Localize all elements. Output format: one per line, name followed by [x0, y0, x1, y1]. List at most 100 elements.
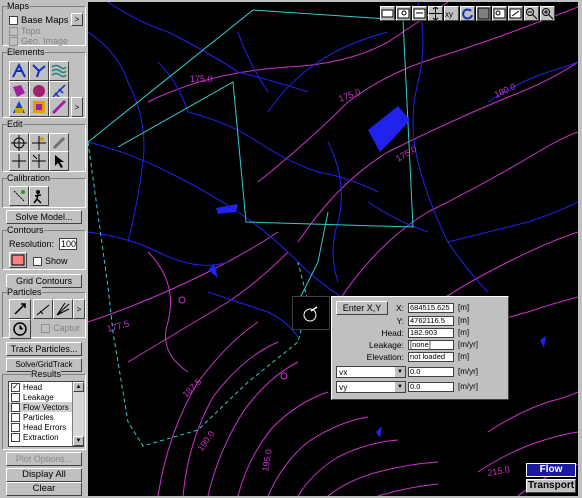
- contour-color-button[interactable]: [9, 252, 27, 268]
- slurry-wall-tool-button[interactable]: [49, 97, 69, 117]
- flow-vectors-checkbox[interactable]: [11, 402, 20, 412]
- particle-point-button[interactable]: [9, 299, 31, 319]
- zoom-box-out-button[interactable]: [412, 6, 427, 21]
- topo-row: Topo: [9, 26, 41, 36]
- recharge-icon: [13, 101, 25, 113]
- chevron-down-icon[interactable]: ▼: [395, 367, 405, 377]
- vx-label: vx: [339, 367, 348, 377]
- elements-title: Elements: [7, 47, 45, 57]
- contour-label: 195.0: [260, 448, 274, 472]
- zoom-box-in-button[interactable]: [396, 6, 411, 21]
- elements-more-button[interactable]: >: [71, 97, 83, 117]
- particle-line-button[interactable]: [33, 299, 53, 319]
- y-value: 4762116.5: [408, 316, 454, 326]
- contours-group: Contours Resolution: 100 Show: [2, 225, 86, 270]
- track-particles-button[interactable]: Track Particles...: [6, 342, 82, 356]
- base-maps-row[interactable]: Base Maps: [9, 15, 69, 26]
- base-maps-arrow-button[interactable]: >: [71, 13, 83, 26]
- contour-label: 180.0: [493, 81, 518, 100]
- pan-icon: [429, 6, 442, 21]
- tab-flow[interactable]: Flow: [526, 463, 576, 477]
- vy-select[interactable]: vy ▼: [336, 381, 406, 393]
- tab-transport[interactable]: Transport: [526, 479, 576, 493]
- display-all-button[interactable]: Display All: [6, 468, 82, 482]
- leakage-label: Leakage:: [369, 340, 404, 350]
- xy-icon: xy: [445, 10, 453, 19]
- maps-title: Maps: [7, 1, 30, 11]
- zoom-previous-button[interactable]: [492, 6, 507, 21]
- head-errors-checkbox[interactable]: [11, 422, 20, 432]
- zoom-box-out-icon: [413, 8, 426, 19]
- refresh-button[interactable]: [460, 6, 475, 21]
- results-scrollbar[interactable]: ▲ ▼: [72, 382, 84, 446]
- areasink-icon: [51, 64, 67, 78]
- zoom-region-icon: [509, 8, 522, 19]
- topo-label: Topo: [21, 26, 41, 36]
- application-window: Maps Base Maps > Topo Geo. Image Element…: [0, 0, 582, 498]
- xy-button[interactable]: xy: [444, 6, 459, 21]
- particle-time-button[interactable]: [9, 319, 31, 339]
- pond-area-4: [540, 336, 546, 348]
- pond-area-3: [208, 264, 218, 278]
- refresh-icon: [462, 8, 473, 20]
- head-checkbox[interactable]: ✓: [11, 382, 20, 392]
- linesink-tool-button[interactable]: [29, 61, 49, 81]
- barrier-icon: [33, 101, 45, 113]
- clear-button[interactable]: Clear: [6, 482, 82, 496]
- grid-contours-button[interactable]: Grid Contours: [6, 274, 82, 288]
- pointer-tool-button[interactable]: [49, 151, 69, 171]
- resolution-input[interactable]: 100: [59, 238, 77, 250]
- particle-circle-button[interactable]: [53, 299, 73, 319]
- zoom-out-button[interactable]: [524, 6, 539, 21]
- target-icon: [13, 190, 25, 202]
- x-unit: [m]: [458, 303, 470, 312]
- resolution-label: Resolution:: [9, 239, 55, 249]
- show-contours-row[interactable]: Show: [33, 256, 68, 266]
- pan-button[interactable]: [428, 6, 443, 21]
- linesink-icon: [32, 64, 46, 78]
- y-unit: [m]: [458, 316, 470, 325]
- delete-vertex-tool-button[interactable]: [29, 151, 49, 171]
- particles-group: Particles > Captur: [2, 287, 86, 339]
- scroll-up-icon[interactable]: ▲: [73, 382, 84, 392]
- base-maps-checkbox[interactable]: [9, 16, 18, 25]
- barrier-tool-button[interactable]: [29, 97, 49, 117]
- extraction-checkbox[interactable]: [11, 432, 20, 442]
- calibration-run-button[interactable]: [29, 186, 49, 206]
- scroll-down-icon[interactable]: ▼: [73, 436, 84, 446]
- recharge-tool-button[interactable]: [9, 97, 29, 117]
- svg-text:xy: xy: [445, 10, 453, 19]
- solve-model-button[interactable]: Solve Model...: [6, 210, 82, 224]
- add-vertex-tool-button[interactable]: [29, 133, 49, 153]
- particles-more-button[interactable]: >: [73, 299, 85, 319]
- chevron-down-icon[interactable]: ▼: [395, 382, 405, 392]
- well-icon: [12, 63, 26, 78]
- runner-icon: [33, 190, 42, 204]
- calibration-target-button[interactable]: [9, 186, 29, 206]
- zoom-extent-button[interactable]: [476, 6, 491, 21]
- select-tool-button[interactable]: [9, 133, 29, 153]
- pond-area-2: [216, 204, 238, 214]
- contour-label: 215.0: [487, 464, 511, 478]
- leakage-checkbox[interactable]: [11, 392, 20, 402]
- show-contours-checkbox[interactable]: [33, 256, 42, 266]
- map-canvas[interactable]: 175.0 175.0 175.0 180.0 177.5 187.5 190.…: [88, 2, 578, 496]
- y-label: Y:: [396, 316, 404, 326]
- particles-checkbox[interactable]: [11, 412, 20, 422]
- vx-value: 0.0: [408, 367, 454, 377]
- edit-group: Edit: [2, 119, 86, 172]
- enter-xy-button[interactable]: Enter X,Y: [336, 301, 388, 315]
- edit-line-tool-button[interactable]: [49, 133, 69, 153]
- areasink-tool-button[interactable]: [49, 61, 69, 81]
- vx-select[interactable]: vx ▼: [336, 366, 406, 378]
- particle-line-icon: [36, 304, 50, 316]
- well-marker-2: [280, 372, 288, 380]
- vy-unit: [m/yr]: [458, 382, 478, 391]
- zoom-window-button[interactable]: [380, 6, 395, 21]
- zoom-region-button[interactable]: [508, 6, 523, 21]
- crosshair-icon: [11, 135, 27, 151]
- well-tool-button[interactable]: [9, 61, 29, 81]
- move-tool-button[interactable]: [9, 151, 29, 171]
- contour-label: 177.5: [106, 318, 130, 333]
- zoom-in-button[interactable]: [540, 6, 555, 21]
